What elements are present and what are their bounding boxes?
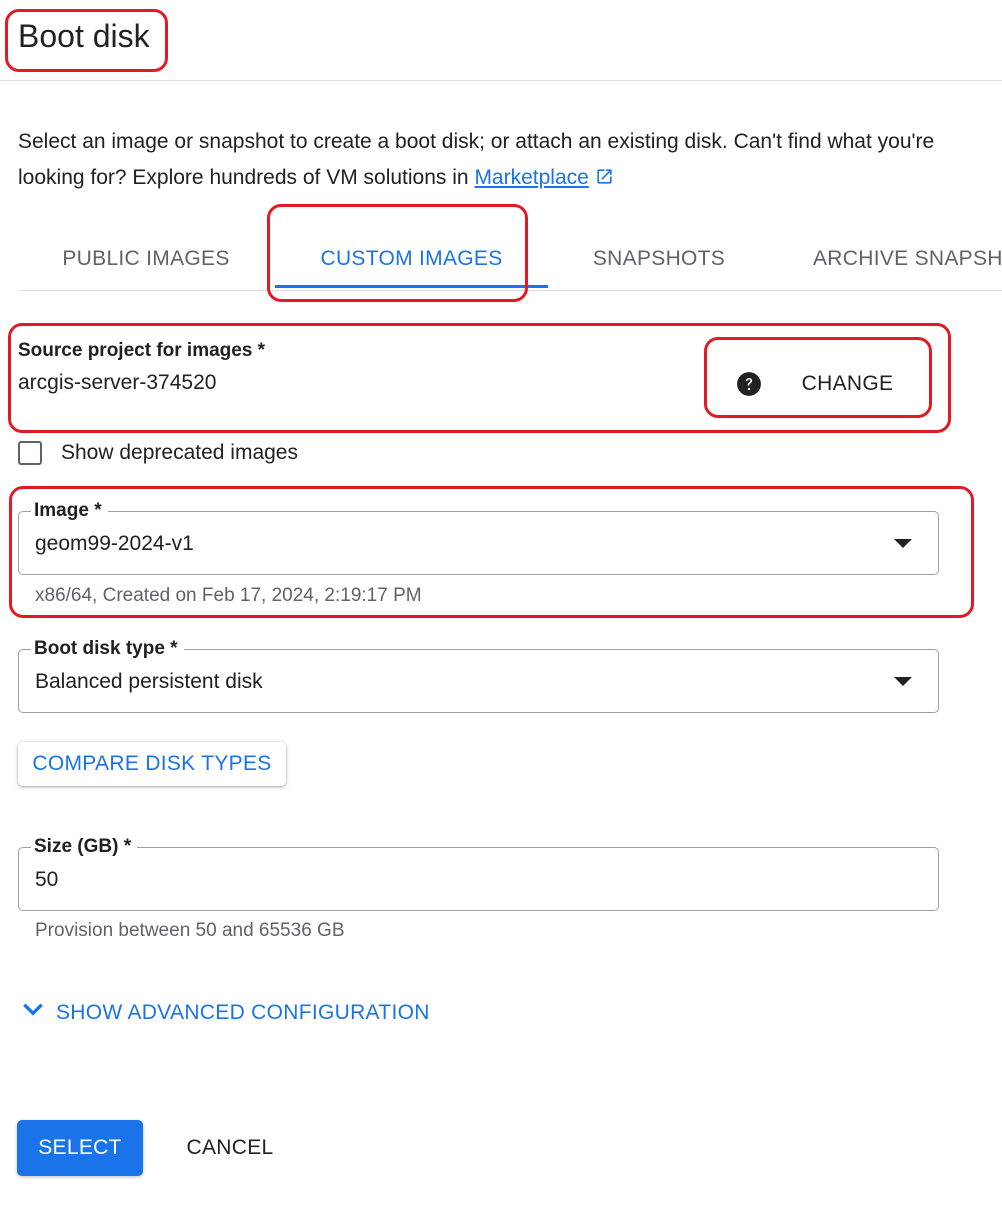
- title-divider: [0, 80, 1002, 81]
- compare-disk-types-button[interactable]: COMPARE DISK TYPES: [18, 742, 286, 786]
- active-tab-indicator: [275, 285, 548, 288]
- tabs-divider: [18, 290, 1002, 291]
- source-project-value: arcgis-server-374520: [18, 371, 217, 394]
- tab-snapshots[interactable]: SNAPSHOTS: [575, 236, 743, 288]
- tab-custom-images[interactable]: CUSTOM IMAGES: [295, 236, 528, 288]
- image-source-tabs: PUBLIC IMAGES CUSTOM IMAGES SNAPSHOTS AR…: [0, 236, 1002, 292]
- boot-disk-type-select[interactable]: Boot disk type * Balanced persistent dis…: [18, 637, 939, 713]
- image-helper-text: x86/64, Created on Feb 17, 2024, 2:19:17…: [35, 585, 422, 606]
- boot-disk-type-value: Balanced persistent disk: [35, 670, 263, 693]
- show-deprecated-label: Show deprecated images: [61, 441, 298, 464]
- image-field-label: Image *: [31, 499, 108, 523]
- advanced-config-label: SHOW ADVANCED CONFIGURATION: [56, 1001, 430, 1024]
- size-field-value: 50: [35, 868, 59, 891]
- dropdown-arrow-icon: [894, 677, 912, 686]
- select-button[interactable]: SELECT: [17, 1120, 143, 1176]
- cancel-button[interactable]: CANCEL: [170, 1120, 290, 1176]
- change-project-button[interactable]: CHANGE: [785, 364, 910, 404]
- panel-title: Boot disk: [18, 18, 150, 54]
- panel-description: Select an image or snapshot to create a …: [18, 124, 948, 198]
- marketplace-link[interactable]: Marketplace: [474, 166, 588, 189]
- tab-public-images[interactable]: PUBLIC IMAGES: [46, 236, 246, 288]
- show-advanced-config-link[interactable]: SHOW ADVANCED CONFIGURATION: [20, 996, 430, 1026]
- size-field-label: Size (GB) *: [31, 835, 138, 859]
- size-input[interactable]: Size (GB) * 50: [18, 835, 939, 911]
- boot-disk-type-label: Boot disk type *: [31, 637, 184, 661]
- help-icon[interactable]: [736, 371, 762, 397]
- dropdown-arrow-icon: [894, 539, 912, 548]
- source-project-label: Source project for images *: [18, 340, 266, 361]
- size-helper-text: Provision between 50 and 65536 GB: [35, 920, 345, 941]
- tab-archive-snapshots[interactable]: ARCHIVE SNAPSHOTS: [813, 236, 1002, 288]
- chevron-down-icon: [20, 1001, 56, 1024]
- external-link-icon[interactable]: [595, 162, 614, 198]
- show-deprecated-checkbox[interactable]: [18, 441, 42, 465]
- image-field-value: geom99-2024-v1: [35, 532, 194, 555]
- image-select[interactable]: Image * geom99-2024-v1: [18, 499, 939, 575]
